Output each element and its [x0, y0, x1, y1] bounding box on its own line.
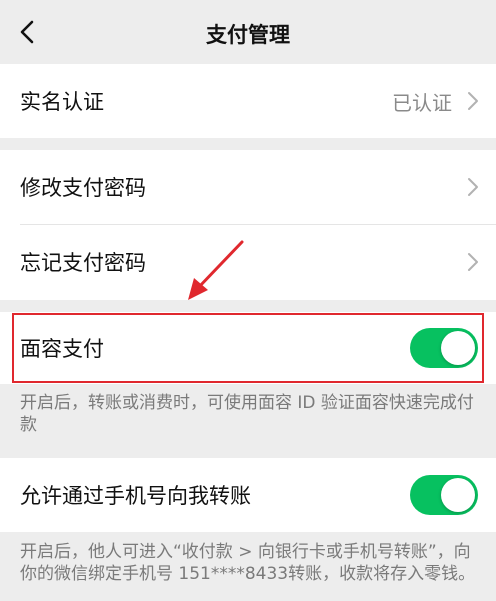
phone-transfer-label: 允许通过手机号向我转账	[20, 484, 251, 508]
real-name-status: 已认证	[392, 90, 452, 115]
forgot-password-label: 忘记支付密码	[20, 251, 146, 275]
face-pay-hint: 开启后，转账或消费时，可使用面容 ID 验证面容快速完成付款	[20, 393, 474, 435]
real-name-label: 实名认证	[20, 90, 104, 114]
chevron-right-icon	[468, 178, 478, 196]
pointer-arrow-icon	[188, 240, 244, 300]
phone-transfer-card: 允许通过手机号向我转账	[0, 458, 496, 532]
real-name-card: 实名认证 已认证	[0, 64, 496, 138]
phone-transfer-hint: 开启后，他人可进入“收付款 > 向银行卡或手机号转账”，向你的微信绑定手机号 1…	[20, 542, 476, 584]
face-pay-toggle[interactable]	[410, 328, 478, 368]
chevron-right-icon	[468, 92, 478, 110]
chevron-right-icon	[468, 253, 478, 271]
page-title: 支付管理	[206, 23, 290, 47]
toggle-knob	[441, 478, 475, 512]
face-pay-label: 面容支付	[20, 337, 104, 361]
navigation-bar: 支付管理	[0, 0, 496, 64]
phone-transfer-toggle[interactable]	[410, 475, 478, 515]
face-pay-card: 面容支付	[0, 312, 496, 384]
change-password-row[interactable]: 修改支付密码	[0, 150, 496, 224]
change-password-label: 修改支付密码	[20, 176, 146, 200]
phone-transfer-row: 允许通过手机号向我转账	[0, 458, 496, 532]
toggle-knob	[441, 331, 475, 365]
face-pay-row: 面容支付	[0, 312, 496, 384]
real-name-row[interactable]: 实名认证 已认证	[0, 64, 496, 138]
